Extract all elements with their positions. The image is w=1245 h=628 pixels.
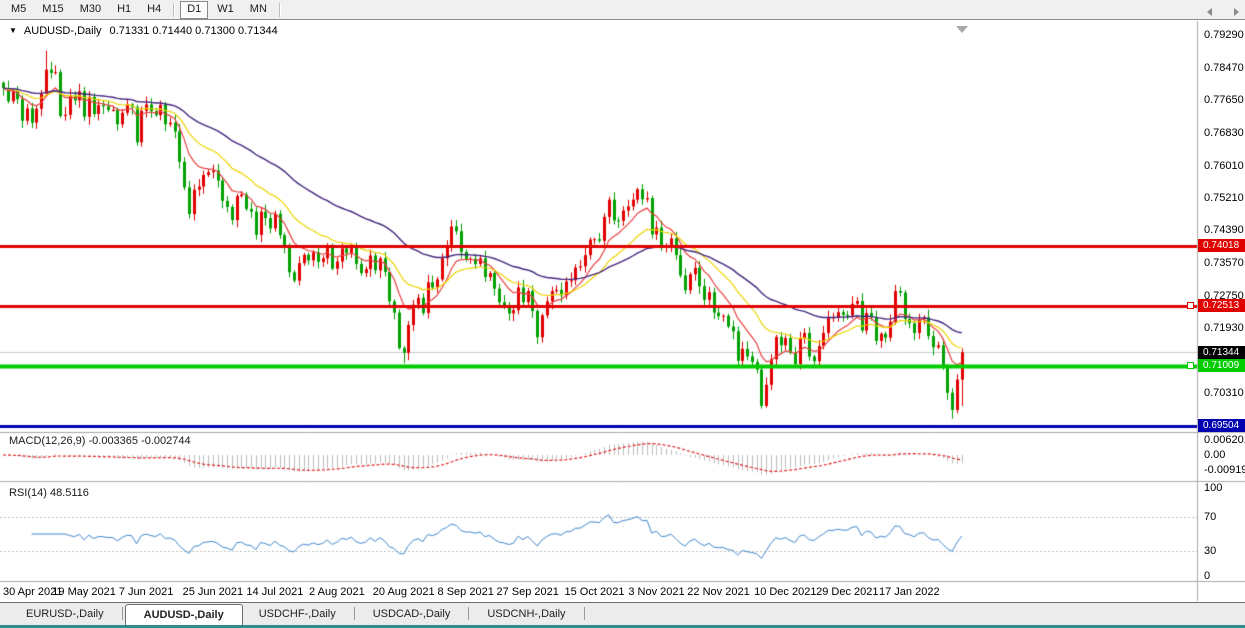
tab-usdcad[interactable]: USDCAD-,Daily xyxy=(357,604,467,625)
toolbar-separator xyxy=(279,3,281,17)
chart-ohlc-values: 0.71331 0.71440 0.71300 0.71344 xyxy=(110,25,278,37)
timeframe-button-h4[interactable]: H4 xyxy=(140,1,168,19)
date-axis-label: 15 Oct 2021 xyxy=(565,586,625,598)
line-drag-handle[interactable] xyxy=(1187,362,1194,369)
tab-scroll-right-icon[interactable] xyxy=(1234,8,1239,16)
chart-dropdown-icon[interactable]: ▼ xyxy=(9,26,17,35)
tab-audusd[interactable]: AUDUSD-,Daily xyxy=(125,604,243,626)
price-axis-label: 0.78470 xyxy=(1204,62,1244,74)
price-badge-0.69504[interactable]: 0.69504 xyxy=(1198,419,1245,432)
price-axis-label: 0.73570 xyxy=(1204,257,1244,269)
tab-eurusd[interactable]: EURUSD-,Daily xyxy=(10,604,120,625)
chart-symbol-label: AUDUSD-,Daily xyxy=(24,25,102,37)
rsi-value: 48.5116 xyxy=(50,487,89,499)
price-axis-label: 0.79290 xyxy=(1204,29,1244,41)
tab-separator xyxy=(468,607,469,620)
toolbar-separator xyxy=(173,3,175,17)
timeframe-button-h1[interactable]: H1 xyxy=(110,1,138,19)
tab-separator xyxy=(122,607,123,620)
mt4-terminal: { "toolbar": { "timeframes": [ {"label":… xyxy=(0,0,1245,628)
chart-shift-marker-icon xyxy=(956,26,968,33)
rsi-axis-label: 100 xyxy=(1204,482,1222,494)
rsi-axis-label: 0 xyxy=(1204,570,1210,582)
date-axis-label: 29 Dec 2021 xyxy=(816,586,878,598)
macd-axis-label: 0.006201 xyxy=(1204,434,1245,446)
macd-indicator-label: MACD(12,26,9) -0.003365 -0.002744 xyxy=(9,435,191,447)
date-axis-label: 19 May 2021 xyxy=(52,586,116,598)
price-badge-0.71009[interactable]: 0.71009 xyxy=(1198,359,1245,372)
date-axis-label: 20 Aug 2021 xyxy=(373,586,435,598)
tab-scroll-left-icon[interactable] xyxy=(1207,8,1212,16)
price-axis-label: 0.77650 xyxy=(1204,94,1244,106)
rsi-name: RSI(14) xyxy=(9,487,47,499)
date-axis-label: 17 Jan 2022 xyxy=(879,586,940,598)
tab-usdcnh[interactable]: USDCNH-,Daily xyxy=(471,604,581,625)
date-axis-label: 22 Nov 2021 xyxy=(687,586,749,598)
date-axis-label: 27 Sep 2021 xyxy=(496,586,558,598)
rsi-indicator-label: RSI(14) 48.5116 xyxy=(9,487,89,499)
price-axis-label: 0.76010 xyxy=(1204,160,1244,172)
date-axis-label: 25 Jun 2021 xyxy=(183,586,244,598)
macd-axis-label: 0.00 xyxy=(1204,449,1225,461)
date-axis-label: 3 Nov 2021 xyxy=(628,586,684,598)
macd-axis-label: -0.009197 xyxy=(1204,464,1245,476)
date-axis-label: 8 Sep 2021 xyxy=(438,586,494,598)
price-axis-label: 0.75210 xyxy=(1204,192,1244,204)
tab-separator xyxy=(354,607,355,620)
macd-values: -0.003365 -0.002744 xyxy=(88,435,190,447)
timeframe-button-m5[interactable]: M5 xyxy=(4,1,33,19)
chart-title: ▼ AUDUSD-,Daily 0.71331 0.71440 0.71300 0.… xyxy=(9,25,278,37)
timeframe-button-mn[interactable]: MN xyxy=(243,1,274,19)
rsi-axis-label: 70 xyxy=(1204,511,1216,523)
date-axis-label: 7 Jun 2021 xyxy=(119,586,173,598)
date-axis-label: 10 Dec 2021 xyxy=(754,586,816,598)
price-badge-0.74018[interactable]: 0.74018 xyxy=(1198,239,1245,252)
price-badge-0.71344: 0.71344 xyxy=(1198,346,1245,359)
macd-name: MACD(12,26,9) xyxy=(9,435,85,447)
timeframe-button-m30[interactable]: M30 xyxy=(73,1,108,19)
symbol-tab-bar: EURUSD-,DailyAUDUSD-,DailyUSDCHF-,DailyU… xyxy=(0,602,1245,625)
timeframe-toolbar: M5M15M30H1H4 D1W1MN xyxy=(0,0,1245,20)
line-drag-handle[interactable] xyxy=(1187,302,1194,309)
timeframe-button-d1[interactable]: D1 xyxy=(180,1,208,19)
rsi-axis-label: 30 xyxy=(1204,545,1216,557)
price-axis-label: 0.70310 xyxy=(1204,387,1244,399)
date-axis-label: 14 Jul 2021 xyxy=(246,586,303,598)
price-axis-label: 0.74390 xyxy=(1204,224,1244,236)
chart-canvas[interactable] xyxy=(0,0,1245,628)
tab-separator xyxy=(584,607,585,620)
price-axis-label: 0.71930 xyxy=(1204,322,1244,334)
price-badge-0.72513[interactable]: 0.72513 xyxy=(1198,299,1245,312)
tab-usdchf[interactable]: USDCHF-,Daily xyxy=(243,604,352,625)
date-axis-label: 2 Aug 2021 xyxy=(309,586,365,598)
timeframe-button-m15[interactable]: M15 xyxy=(35,1,70,19)
timeframe-button-w1[interactable]: W1 xyxy=(210,1,241,19)
price-axis-label: 0.76830 xyxy=(1204,127,1244,139)
